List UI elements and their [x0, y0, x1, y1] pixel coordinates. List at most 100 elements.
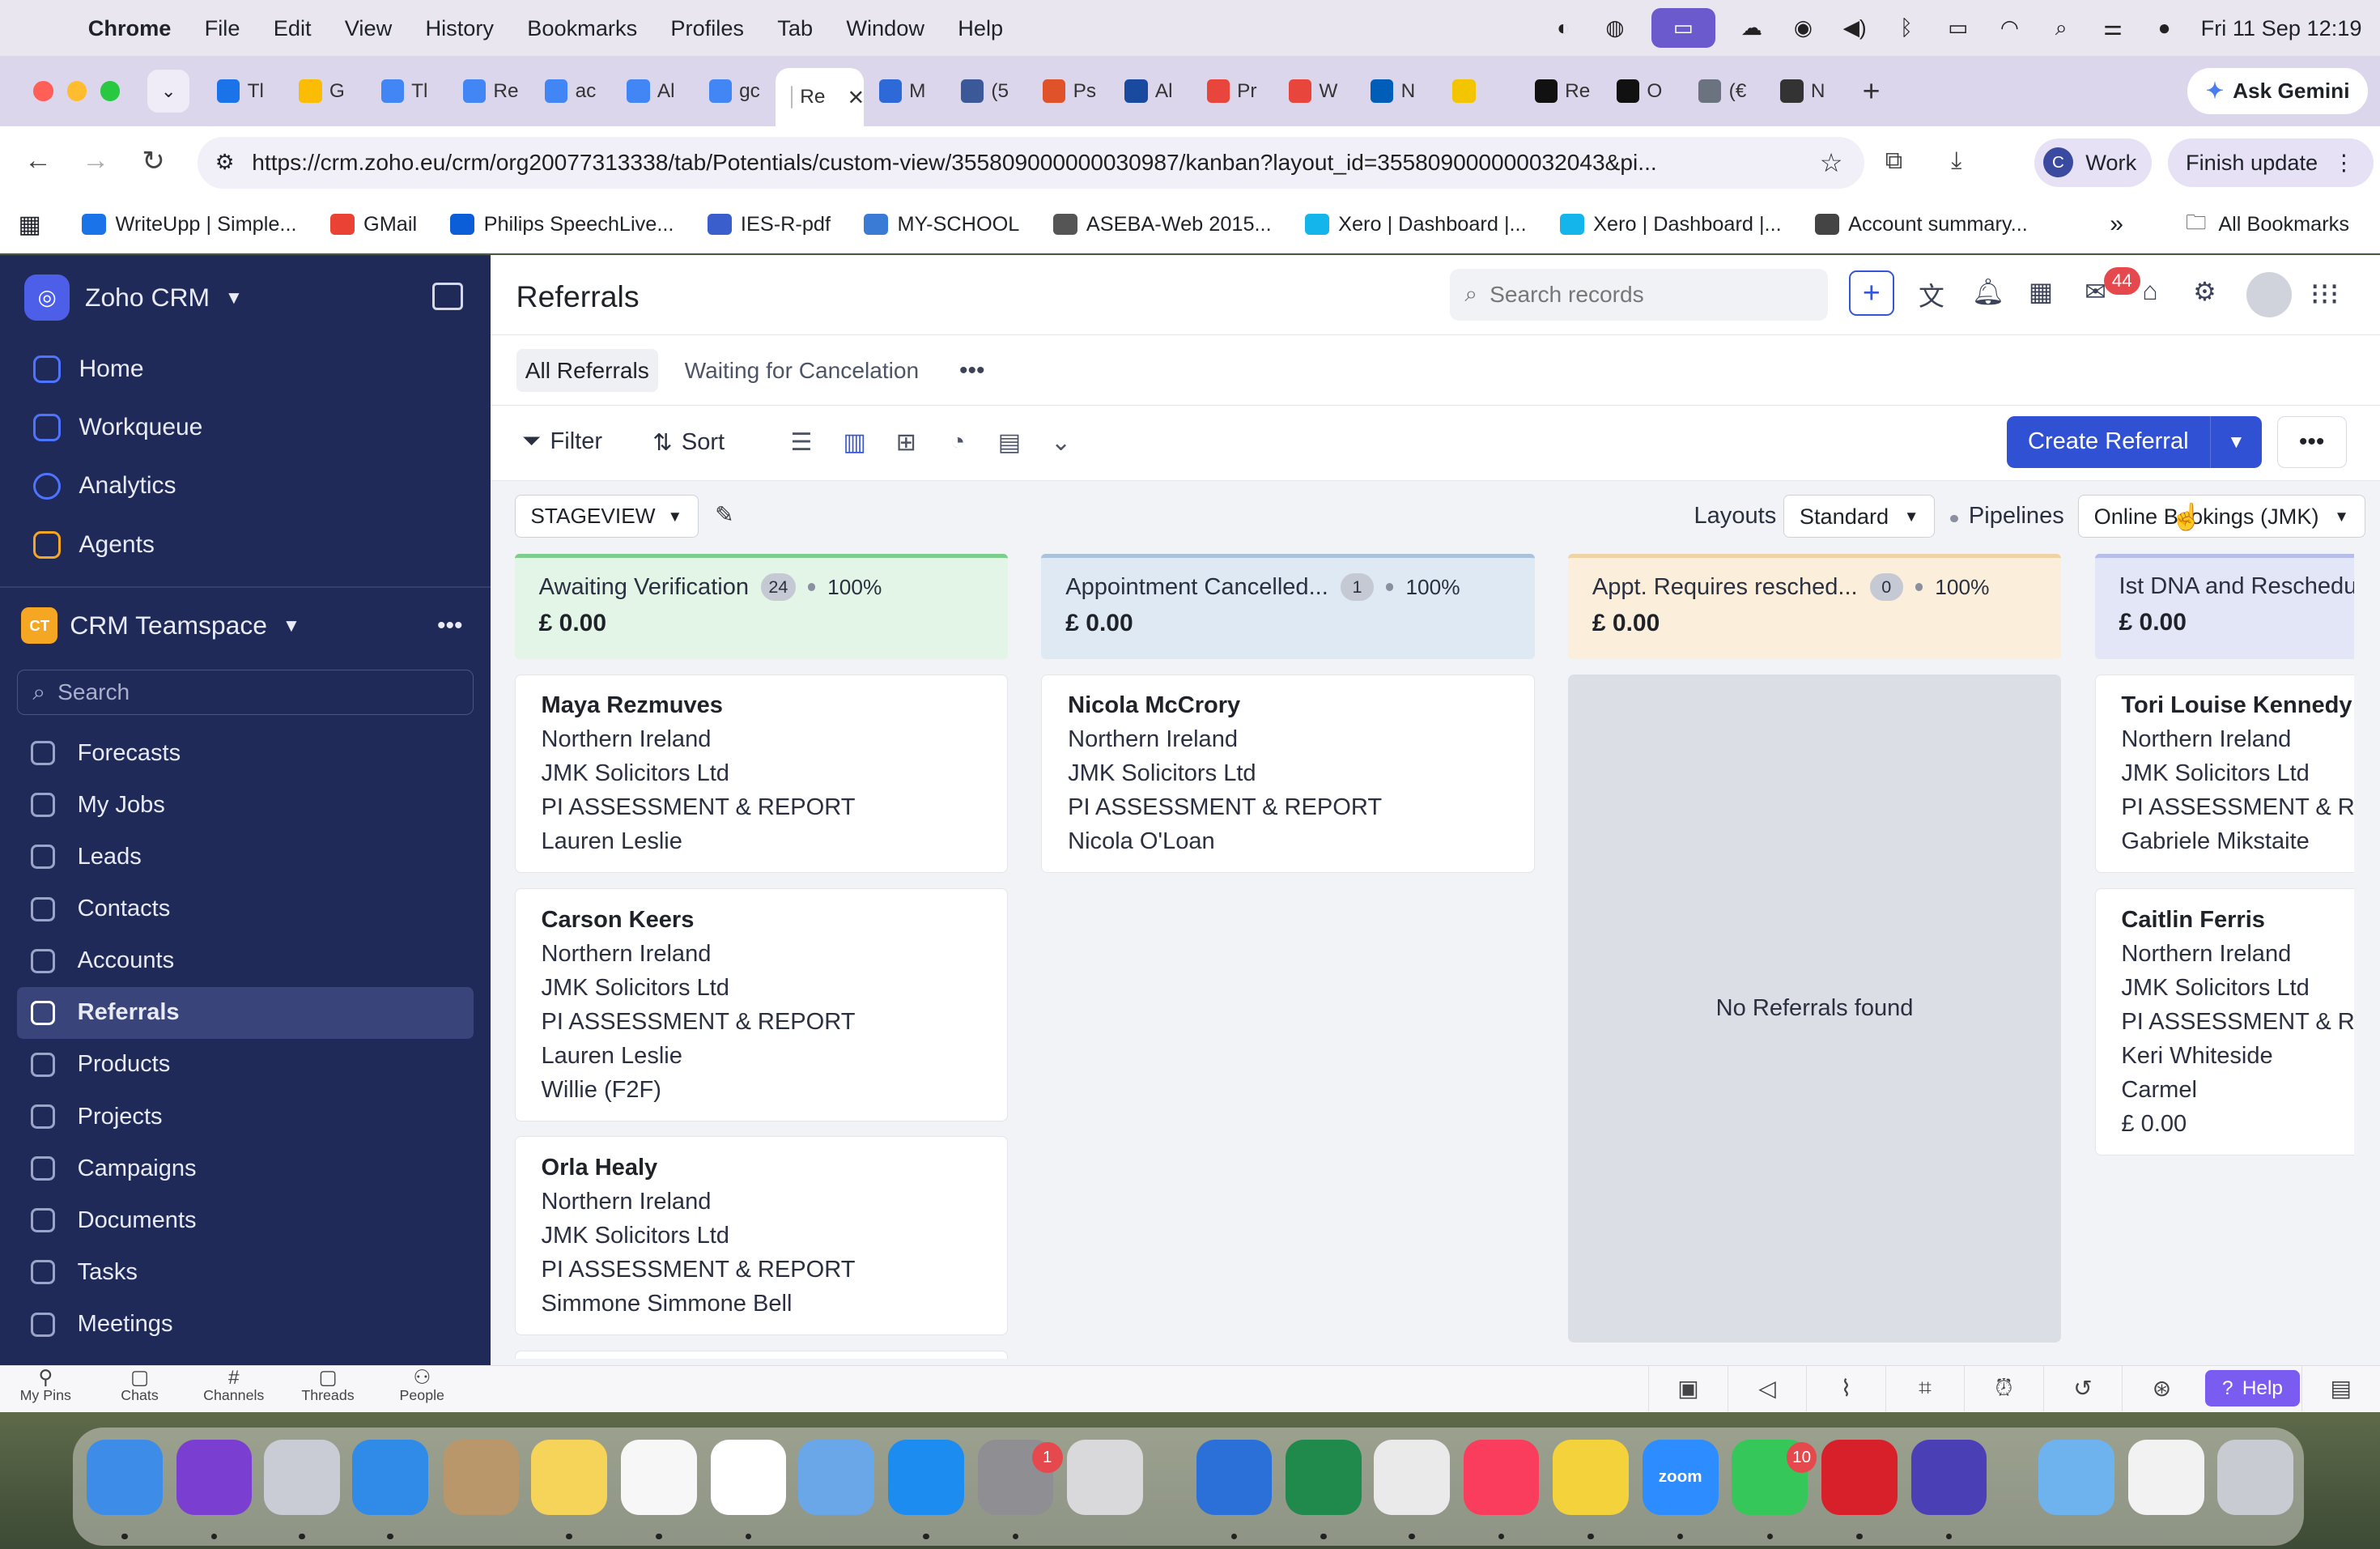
more-views-icon[interactable]: ••• [959, 357, 985, 385]
people-button[interactable]: ⚇People [376, 1370, 468, 1403]
dock-finder-icon[interactable] [87, 1440, 163, 1516]
referral-name[interactable]: Tori Louise Kennedy [2121, 688, 2354, 722]
grammarly-status-icon[interactable]: ◐ [1548, 15, 1579, 42]
browser-tab[interactable]: Re× [776, 68, 864, 126]
creative-cloud-icon[interactable]: ☁ [1736, 15, 1767, 42]
minimize-window-button[interactable] [67, 81, 87, 100]
browser-tab[interactable]: Re [448, 67, 529, 116]
dock-zoom-icon[interactable]: zoom [1643, 1440, 1719, 1516]
teamspace-more-icon[interactable]: ••• [437, 612, 463, 640]
nav-analytics[interactable]: Analytics [0, 457, 491, 515]
dock-preview-icon[interactable] [798, 1440, 874, 1516]
extensions-icon[interactable]: ⧉ [1885, 147, 1902, 175]
dock-siri-icon[interactable] [176, 1440, 253, 1516]
edit-pencil-icon[interactable]: ✎ [715, 501, 734, 528]
sidebar-item-accounts[interactable]: Accounts [0, 935, 474, 987]
site-info-icon[interactable]: ⚙ [198, 150, 253, 175]
sort-button[interactable]: ⇅ Sort [652, 428, 725, 457]
referral-name[interactable]: Carson Keers [542, 903, 982, 937]
browser-tab[interactable]: (€ [1683, 67, 1765, 116]
browser-tab[interactable]: ac [529, 67, 611, 116]
search-records-input[interactable]: ⌕ Search records [1450, 269, 1828, 321]
dock-acrobat-icon[interactable] [1821, 1440, 1898, 1516]
threads-button[interactable]: ▢Threads [283, 1370, 374, 1403]
dock-excel-icon[interactable] [1286, 1440, 1362, 1516]
gear-icon[interactable]: ⚙ [2191, 276, 2220, 313]
more-actions-button[interactable]: ••• [2277, 416, 2347, 468]
new-tab-button[interactable]: + [1863, 74, 1881, 109]
quick-create-button[interactable]: + [1849, 270, 1894, 316]
referral-name[interactable]: Nicola McCrory [1068, 688, 1508, 722]
bookmark-item[interactable]: IES-R-pdf [708, 213, 831, 236]
all-bookmarks-button[interactable]: 🗀 All Bookmarks [2186, 207, 2349, 242]
dock-trash-icon[interactable] [2217, 1440, 2293, 1516]
bookmark-item[interactable]: Xero | Dashboard |... [1560, 213, 1782, 236]
referral-name[interactable]: Maya Rezmuves [542, 688, 982, 722]
sidebar-item-meetings[interactable]: Meetings [0, 1299, 474, 1351]
menu-clock[interactable]: Fri 11 Sep 12:19 [2201, 15, 2362, 41]
calendar-icon[interactable]: ▦ [2026, 276, 2055, 313]
close-window-button[interactable] [33, 81, 53, 100]
nav-workqueue[interactable]: Workqueue [0, 398, 491, 457]
translate-icon[interactable]: 文 [1917, 276, 1946, 313]
bookmark-item[interactable]: Account summary... [1815, 213, 2028, 236]
create-referral-button[interactable]: Create Referral [2007, 416, 2210, 468]
dock-scrivener-icon[interactable] [1553, 1440, 1629, 1516]
menu-profiles[interactable]: Profiles [670, 15, 744, 41]
tab-waiting-for-cancelation[interactable]: Waiting for Cancelation [675, 349, 928, 392]
announcement-icon[interactable]: ◁ [1728, 1366, 1807, 1411]
chart-view-icon[interactable]: ◔ [941, 428, 975, 459]
browser-tab[interactable]: Re [1519, 67, 1601, 116]
forward-arrow-icon[interactable]: → [67, 145, 125, 177]
dock-word-icon[interactable] [1196, 1440, 1273, 1516]
reload-icon[interactable]: ↻ [125, 145, 182, 177]
mic-status-icon[interactable]: ◉ [1788, 15, 1819, 42]
menu-tab[interactable]: Tab [777, 15, 813, 41]
ask-gemini-button[interactable]: ✦ Ask Gemini [2187, 68, 2368, 113]
sidebar-item-projects[interactable]: Projects [0, 1091, 474, 1143]
sidebar-item-documents[interactable]: Documents [0, 1194, 474, 1246]
browser-tab[interactable]: N [1766, 67, 1847, 116]
menu-file[interactable]: File [205, 15, 240, 41]
gallery-icon[interactable]: ▣ [1648, 1366, 1728, 1411]
tab-search-chevron-icon[interactable]: ⌄ [147, 70, 190, 113]
menu-edit[interactable]: Edit [274, 15, 312, 41]
browser-tab[interactable]: (5 [946, 67, 1027, 116]
dock-notion-icon[interactable] [711, 1440, 787, 1516]
spotlight-search-icon[interactable]: ⌕ [2046, 15, 2076, 42]
stageview-dropdown[interactable]: STAGEVIEW ▼ [515, 495, 699, 538]
sidebar-item-campaigns[interactable]: Campaigns [0, 1143, 474, 1194]
browser-tab[interactable]: O [1601, 67, 1683, 116]
user-avatar[interactable] [2246, 272, 2292, 317]
referral-name[interactable]: Orla Healy [542, 1151, 982, 1185]
kanban-view-icon[interactable]: ▥ [838, 428, 871, 459]
referral-card[interactable]: Nicola McCroryNorthern IrelandJMK Solici… [1041, 674, 1534, 874]
control-center-icon[interactable]: ⚌ [2097, 15, 2128, 42]
referral-card[interactable]: Tori Louise KennedyNorthern IrelandJMK S… [2095, 674, 2355, 874]
referral-card[interactable]: Maya RezmuvesNorthern IrelandJMK Solicit… [515, 674, 1008, 874]
pipeline-dropdown[interactable]: Online Bookings (JMK) ▼ [2078, 495, 2365, 538]
browser-tab[interactable]: Ps [1027, 67, 1109, 116]
browser-tab[interactable]: Pr [1192, 67, 1273, 116]
kanban-column-header[interactable]: Appointment Cancelled...1100%£ 0.00 [1041, 554, 1534, 658]
bookmark-star-icon[interactable]: ☆ [1820, 147, 1843, 178]
menu-app-name[interactable]: Chrome [88, 15, 172, 41]
browser-tab[interactable]: M [864, 67, 946, 116]
kanban-column-header[interactable]: Awaiting Verification24100%£ 0.00 [515, 554, 1008, 658]
table-view-icon[interactable]: ⊞ [890, 428, 923, 459]
wifi-icon[interactable]: ◠ [1995, 15, 2025, 42]
channels-button[interactable]: #Channels [189, 1370, 280, 1403]
bookmark-item[interactable]: Xero | Dashboard |... [1305, 213, 1527, 236]
address-bar[interactable]: ⚙ https://crm.zoho.eu/crm/org20077313338… [198, 137, 1864, 189]
teamspace-switcher[interactable]: CT CRM Teamspace ▼ ••• [0, 588, 491, 664]
tab-all-referrals[interactable]: All Referrals [516, 349, 659, 392]
nav-home[interactable]: Home [0, 340, 491, 398]
view-chevron-down-icon[interactable]: ⌄ [1044, 428, 1077, 459]
create-options-caret-icon[interactable]: ▼ [2210, 416, 2262, 468]
sidebar-search-input[interactable]: ⌕ Search [17, 670, 474, 715]
dock-contacts-icon[interactable] [444, 1440, 520, 1516]
downloads-icon[interactable]: ⤓ [1951, 147, 1961, 175]
sidebar-collapse-icon[interactable] [432, 283, 463, 310]
apps-grid-icon[interactable]: ▦ [19, 211, 49, 239]
sidebar-item-tasks[interactable]: Tasks [0, 1246, 474, 1298]
